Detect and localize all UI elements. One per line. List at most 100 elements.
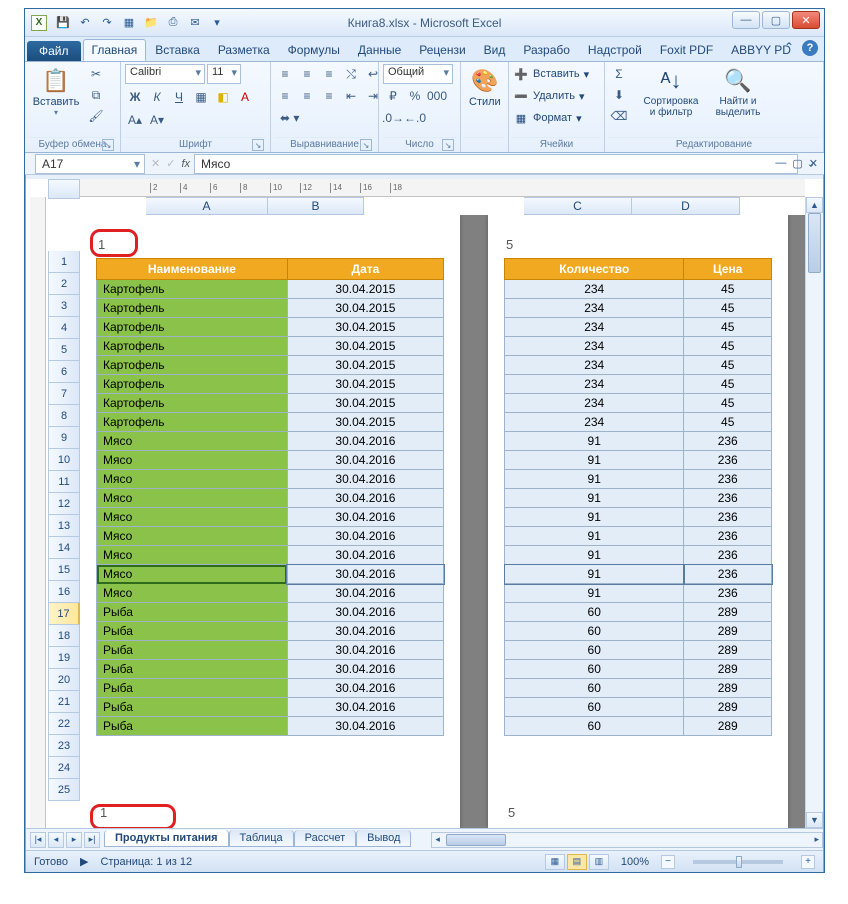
cell-name[interactable]: Картофель [97, 299, 288, 318]
merge-center-button[interactable]: ⬌ ▾ [275, 108, 304, 128]
tab-foxit[interactable]: Foxit PDF [651, 39, 722, 61]
cell-price[interactable]: 45 [684, 299, 772, 318]
doc-close-icon[interactable]: ✕ [809, 157, 818, 170]
cell-name[interactable]: Рыба [97, 717, 288, 736]
row-header[interactable]: 1 [48, 251, 80, 273]
cell-price[interactable]: 45 [684, 318, 772, 337]
col-header-d[interactable]: D [632, 197, 740, 215]
cell-name[interactable]: Мясо [97, 546, 288, 565]
cell-price[interactable]: 289 [684, 698, 772, 717]
fx-icon[interactable]: fx [181, 158, 190, 170]
cell-name[interactable]: Рыба [97, 641, 288, 660]
cell-price[interactable]: 289 [684, 660, 772, 679]
qat-undo-icon[interactable]: ↶ [75, 13, 95, 33]
cell-qty[interactable]: 234 [505, 299, 684, 318]
cell-date[interactable]: 30.04.2016 [287, 641, 443, 660]
tab-data[interactable]: Данные [349, 39, 410, 61]
tab-nav-first-icon[interactable]: |◂ [30, 832, 46, 848]
table-row[interactable]: Рыба30.04.2016 [97, 679, 444, 698]
doc-minimize-icon[interactable]: — [775, 157, 786, 170]
cell-date[interactable]: 30.04.2015 [287, 375, 443, 394]
cell-date[interactable]: 30.04.2016 [287, 470, 443, 489]
table-row[interactable]: 23445 [505, 356, 772, 375]
cell-price[interactable]: 236 [684, 508, 772, 527]
sheet-tab-3[interactable]: Вывод [356, 830, 411, 847]
cell-price[interactable]: 45 [684, 280, 772, 299]
table-row[interactable]: Картофель30.04.2015 [97, 375, 444, 394]
clipboard-launcher-icon[interactable]: ↘ [102, 139, 114, 151]
cell-date[interactable]: 30.04.2016 [287, 603, 443, 622]
cell-name[interactable]: Картофель [97, 375, 288, 394]
table-row[interactable]: 60289 [505, 603, 772, 622]
align-bottom-icon[interactable]: ≡ [319, 64, 339, 84]
cell-date[interactable]: 30.04.2016 [287, 489, 443, 508]
tab-review[interactable]: Рецензи [410, 39, 474, 61]
select-all-corner[interactable] [48, 179, 80, 199]
ribbon-minimize-icon[interactable]: ⌃ [784, 40, 794, 56]
qat-customize-icon[interactable]: ▾ [207, 13, 227, 33]
table-right[interactable]: Количество Цена 234452344523445234452344… [504, 258, 772, 736]
cell-date[interactable]: 30.04.2016 [287, 432, 443, 451]
cell-qty[interactable]: 234 [505, 356, 684, 375]
cell-price[interactable]: 45 [684, 356, 772, 375]
table-row[interactable]: 23445 [505, 413, 772, 432]
scroll-up-icon[interactable]: ▲ [806, 197, 823, 213]
cell-price[interactable]: 236 [684, 451, 772, 470]
row-header[interactable]: 8 [48, 405, 80, 427]
table-row[interactable]: Рыба30.04.2016 [97, 698, 444, 717]
cell-date[interactable]: 30.04.2015 [287, 356, 443, 375]
cell-name[interactable]: Мясо [97, 565, 288, 584]
horizontal-scrollbar[interactable]: ◂▸ [431, 832, 823, 848]
bold-button[interactable]: Ж [125, 87, 145, 107]
font-size-select[interactable]: 11 [207, 64, 241, 84]
table-row[interactable]: 23445 [505, 318, 772, 337]
align-center-icon[interactable]: ≡ [297, 86, 317, 106]
th-price[interactable]: Цена [684, 259, 772, 280]
cells-delete-button[interactable]: ➖Удалить ▾ [513, 86, 585, 106]
row-header[interactable]: 10 [48, 449, 80, 471]
cell-qty[interactable]: 234 [505, 337, 684, 356]
table-row[interactable]: Рыба30.04.2016 [97, 717, 444, 736]
zoom-level[interactable]: 100% [621, 856, 649, 868]
cell-qty[interactable]: 60 [505, 717, 684, 736]
find-select-button[interactable]: 🔍 Найти и выделить [709, 64, 767, 120]
view-page-layout-button[interactable]: ▤ [567, 854, 587, 870]
dec-decimal-icon[interactable]: ←.0 [405, 108, 425, 128]
zoom-out-button[interactable]: − [661, 855, 675, 869]
fill-icon[interactable]: ⬇ [609, 85, 629, 105]
autosum-icon[interactable]: Σ [609, 64, 629, 84]
cell-date[interactable]: 30.04.2015 [287, 280, 443, 299]
table-row[interactable]: Картофель30.04.2015 [97, 394, 444, 413]
cell-qty[interactable]: 60 [505, 603, 684, 622]
styles-button[interactable]: 🎨 Стили [465, 64, 505, 110]
table-row[interactable]: 60289 [505, 698, 772, 717]
cell-price[interactable]: 236 [684, 432, 772, 451]
number-launcher-icon[interactable]: ↘ [442, 139, 454, 151]
cell-date[interactable]: 30.04.2016 [287, 584, 443, 603]
row-header[interactable]: 13 [48, 515, 80, 537]
font-name-select[interactable]: Calibri [125, 64, 205, 84]
qat-redo-icon[interactable]: ↷ [97, 13, 117, 33]
table-row[interactable]: Мясо30.04.2016 [97, 527, 444, 546]
cell-price[interactable]: 289 [684, 622, 772, 641]
cell-name[interactable]: Рыба [97, 603, 288, 622]
cell-date[interactable]: 30.04.2016 [287, 565, 443, 584]
cell-name[interactable]: Мясо [97, 527, 288, 546]
align-middle-icon[interactable]: ≡ [297, 64, 317, 84]
qat-save-icon[interactable]: 💾 [53, 13, 73, 33]
font-launcher-icon[interactable]: ↘ [252, 139, 264, 151]
orientation-icon[interactable]: ⤭ [341, 64, 361, 84]
cell-price[interactable]: 45 [684, 394, 772, 413]
cell-qty[interactable]: 91 [505, 451, 684, 470]
cell-name[interactable]: Картофель [97, 337, 288, 356]
cell-name[interactable]: Мясо [97, 432, 288, 451]
table-row[interactable]: 91236 [505, 546, 772, 565]
table-row[interactable]: Рыба30.04.2016 [97, 622, 444, 641]
table-row[interactable]: 91236 [505, 527, 772, 546]
zoom-in-button[interactable]: + [801, 855, 815, 869]
comma-icon[interactable]: 000 [427, 86, 447, 106]
cell-name[interactable]: Рыба [97, 698, 288, 717]
table-row[interactable]: 23445 [505, 375, 772, 394]
cell-date[interactable]: 30.04.2016 [287, 660, 443, 679]
cell-price[interactable]: 236 [684, 565, 772, 584]
